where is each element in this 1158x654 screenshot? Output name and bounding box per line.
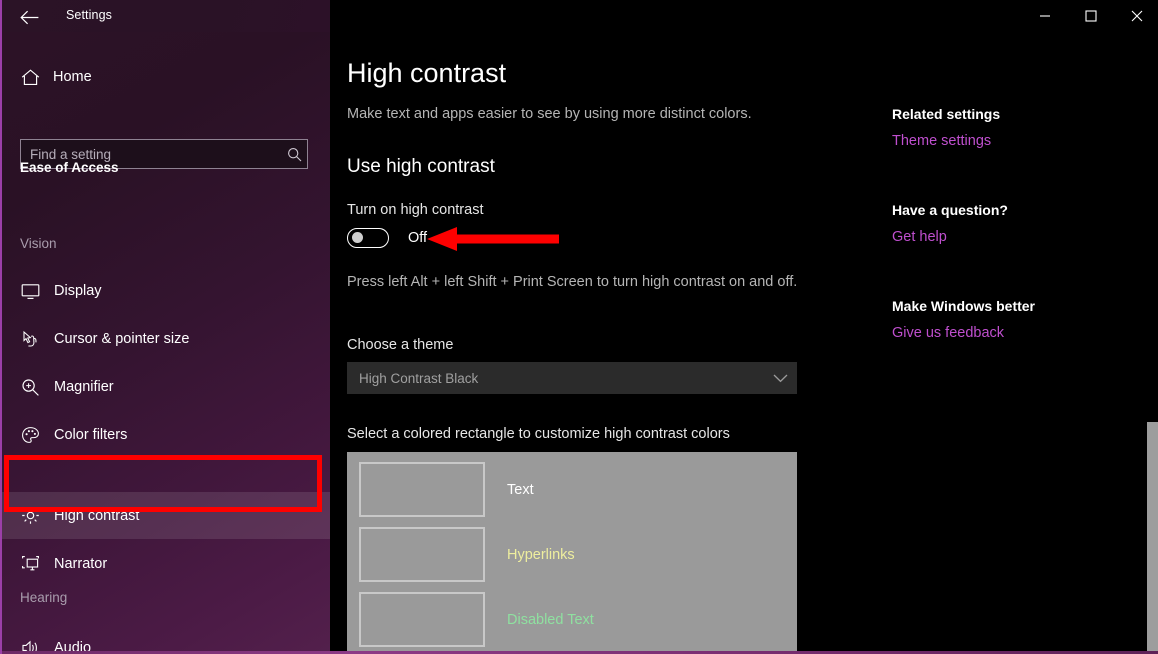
color-label-disabled-text: Disabled Text [507, 611, 594, 628]
theme-settings-link[interactable]: Theme settings [892, 133, 991, 149]
minimize-button[interactable] [1022, 0, 1068, 32]
toggle-state-label: Off [408, 230, 428, 246]
narrator-monitor-icon [19, 555, 41, 573]
shortcut-hint: Press left Alt + left Shift + Print Scre… [347, 274, 798, 290]
color-swatch-disabled-text[interactable] [359, 592, 485, 647]
toggle-knob [352, 232, 363, 243]
title-bar: Settings [2, 0, 1158, 32]
chevron-down-icon [763, 374, 797, 383]
minimize-icon [1040, 15, 1050, 17]
sidebar-group-hearing: Hearing [20, 590, 68, 605]
content-scrollbar-thumb[interactable] [1147, 422, 1158, 654]
back-button[interactable] [14, 4, 44, 30]
page-description: Make text and apps easier to see by usin… [347, 106, 752, 122]
maximize-icon [1085, 10, 1097, 22]
color-swatch-text[interactable] [359, 462, 485, 517]
theme-dropdown-value: High Contrast Black [359, 370, 479, 386]
brightness-sun-icon [19, 506, 41, 525]
back-arrow-icon [19, 10, 38, 24]
sidebar-item-audio[interactable]: Audio [2, 624, 330, 654]
make-windows-better-heading: Make Windows better [892, 298, 1036, 314]
high-contrast-toggle[interactable] [347, 228, 389, 248]
palette-icon [19, 426, 41, 445]
sidebar: Home Ease of Access Vision Display [2, 32, 330, 654]
color-row-hyperlinks[interactable]: Hyperlinks [359, 527, 797, 582]
give-us-feedback-link[interactable]: Give us feedback [892, 325, 1004, 341]
related-settings-heading: Related settings [892, 106, 1001, 122]
sidebar-item-home[interactable]: Home [2, 60, 330, 94]
use-high-contrast-heading: Use high contrast [347, 156, 495, 177]
close-button[interactable] [1114, 0, 1158, 32]
search-icon [281, 147, 307, 162]
have-a-question-heading: Have a question? [892, 202, 1008, 218]
sidebar-item-high-contrast-label: High contrast [54, 507, 140, 524]
get-help-link[interactable]: Get help [892, 229, 947, 245]
color-swatch-hyperlinks[interactable] [359, 527, 485, 582]
sidebar-item-magnifier-label: Magnifier [54, 379, 114, 395]
toggle-label: Turn on high contrast [347, 202, 484, 218]
color-label-text: Text [507, 481, 534, 498]
sidebar-item-color-filters[interactable]: Color filters [2, 411, 330, 459]
sidebar-item-cursor-pointer-size[interactable]: Cursor & pointer size [2, 315, 330, 363]
sidebar-item-cursor-pointer-size-label: Cursor & pointer size [54, 331, 190, 347]
maximize-button[interactable] [1068, 0, 1114, 32]
page-title: High contrast [347, 58, 507, 88]
theme-dropdown[interactable]: High Contrast Black [347, 362, 797, 394]
sidebar-category-title: Ease of Access [20, 160, 119, 175]
content-area: High contrast Make text and apps easier … [330, 32, 1158, 654]
sidebar-item-narrator[interactable]: Narrator [2, 540, 330, 588]
window-controls [1022, 0, 1158, 32]
sidebar-item-home-label: Home [53, 69, 92, 85]
high-contrast-toggle-row[interactable]: Off [347, 228, 427, 248]
sidebar-item-display[interactable]: Display [2, 267, 330, 315]
window-title: Settings [66, 8, 112, 22]
sidebar-item-display-label: Display [54, 283, 102, 299]
sidebar-item-narrator-label: Narrator [54, 556, 108, 572]
color-customization-panel: Text Hyperlinks Disabled Text [347, 452, 797, 654]
sidebar-item-color-filters-label: Color filters [54, 427, 128, 443]
sidebar-item-high-contrast[interactable]: High contrast [2, 492, 330, 539]
close-icon [1131, 10, 1143, 22]
color-label-hyperlinks: Hyperlinks [507, 546, 575, 563]
settings-window: Settings Home Find a setting Ease of Acc… [0, 0, 1158, 654]
title-bar-left: Settings [2, 0, 330, 32]
customize-colors-label: Select a colored rectangle to customize … [347, 426, 730, 442]
sidebar-item-magnifier[interactable]: Magnifier [2, 363, 330, 411]
home-icon [19, 68, 41, 86]
magnifier-icon [19, 378, 41, 397]
color-row-disabled-text[interactable]: Disabled Text [359, 592, 797, 647]
cursor-pointer-icon [19, 330, 41, 349]
monitor-icon [19, 283, 41, 300]
content-scrollbar-track[interactable] [1147, 32, 1158, 654]
sidebar-group-vision: Vision [20, 236, 57, 251]
choose-theme-label: Choose a theme [347, 337, 454, 353]
color-row-text[interactable]: Text [359, 462, 797, 517]
